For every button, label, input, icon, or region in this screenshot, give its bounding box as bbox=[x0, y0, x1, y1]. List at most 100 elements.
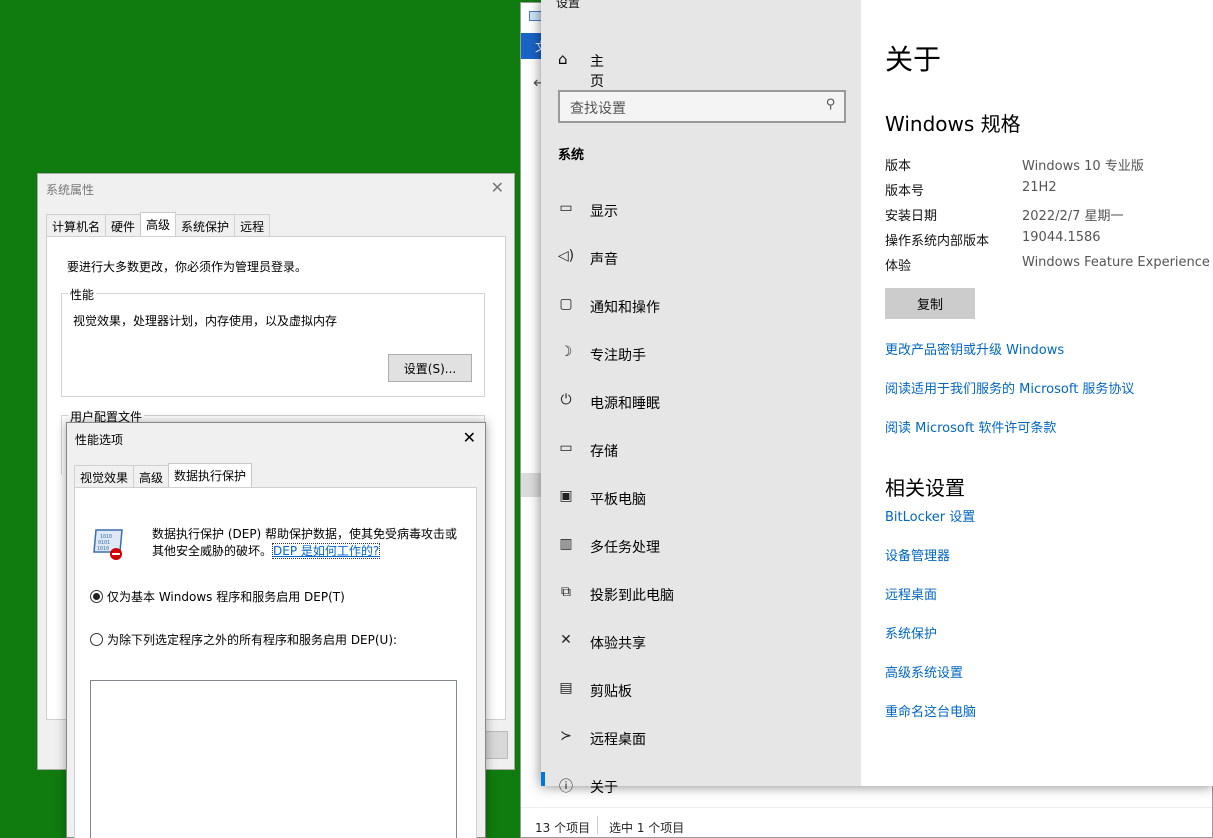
nav-item-label: 显示 bbox=[590, 204, 618, 220]
dep-shield-icon: 1010 0101 1010 bbox=[93, 529, 123, 560]
tab-advanced[interactable]: 高级 bbox=[140, 212, 177, 236]
nav-item-label: 平板电脑 bbox=[590, 492, 646, 508]
item-count: 13 个项目 bbox=[535, 821, 591, 835]
dialog-button-partial[interactable] bbox=[484, 731, 508, 759]
performance-legend: 性能 bbox=[68, 286, 97, 303]
ribbon-file-tab[interactable]: 文 bbox=[521, 33, 543, 59]
tab-advanced[interactable]: 高级 bbox=[133, 465, 170, 487]
tab-remote[interactable]: 远程 bbox=[234, 214, 271, 236]
dep-tab-panel: 1010 0101 1010 数据执行保护 (DEP) 帮助保护数据，使其免受病… bbox=[74, 487, 477, 838]
active-item-indicator bbox=[541, 772, 545, 786]
nav-item-2[interactable]: ▢ 通知和操作 bbox=[541, 283, 861, 331]
nav-item-3[interactable]: ☽ 专注助手 bbox=[541, 331, 861, 379]
dep-description: 数据执行保护 (DEP) 帮助保护数据，使其免受病毒攻击或 其他安全威胁的破坏。… bbox=[152, 526, 457, 560]
radio-dep-all[interactable]: 为除下列选定程序之外的所有程序和服务启用 DEP(U): bbox=[90, 631, 397, 648]
radio-dep-basic-label: 仅为基本 Windows 程序和服务启用 DEP(T) bbox=[107, 590, 345, 604]
status-separator bbox=[597, 816, 598, 834]
spec-key: 版本号 bbox=[885, 184, 925, 199]
nav-item-12[interactable]: ⓘ 关于 bbox=[541, 763, 861, 811]
about-link[interactable]: 更改产品密钥或升级 Windows bbox=[885, 339, 1064, 358]
related-link[interactable]: 重命名这台电脑 bbox=[885, 701, 976, 720]
nav-item-label: 专注助手 bbox=[590, 348, 646, 364]
close-icon[interactable]: ✕ bbox=[463, 428, 476, 447]
radio-dep-basic[interactable]: 仅为基本 Windows 程序和服务启用 DEP(T) bbox=[90, 588, 345, 605]
notification-icon: ▢ bbox=[559, 296, 573, 312]
search-input[interactable]: 查找设置 ⚲ bbox=[558, 90, 846, 123]
spec-key: 操作系统内部版本 bbox=[885, 234, 990, 249]
dep-description-text: 其他安全威胁的破坏。 bbox=[152, 544, 273, 558]
status-bar: 13 个项目 选中 1 个项目 bbox=[521, 807, 1212, 837]
copy-button[interactable]: 复制 bbox=[885, 288, 975, 319]
nav-item-1[interactable]: ◁) 声音 bbox=[541, 235, 861, 283]
close-icon[interactable]: ✕ bbox=[491, 178, 504, 197]
nav-item-label: 远程桌面 bbox=[590, 732, 646, 748]
performance-description: 视觉效果，处理器计划，内存使用，以及虚拟内存 bbox=[73, 314, 338, 328]
share-icon: ✕ bbox=[560, 632, 572, 648]
tab-hardware[interactable]: 硬件 bbox=[105, 214, 142, 236]
perfopt-tabs: 视觉效果 高级 数据执行保护 bbox=[74, 463, 253, 487]
dep-description-line-2: 其他安全威胁的破坏。DEP 是如何工作的? bbox=[152, 543, 457, 560]
performance-settings-button[interactable]: 设置(S)... bbox=[388, 354, 472, 382]
related-link[interactable]: 系统保护 bbox=[885, 623, 937, 642]
sysprops-tabs: 计算机名 硬件 高级 系统保护 远程 bbox=[46, 212, 271, 236]
multitask-icon: ▥ bbox=[559, 536, 573, 552]
related-link[interactable]: 高级系统设置 bbox=[885, 662, 963, 681]
nav-item-7[interactable]: ▥ 多任务处理 bbox=[541, 523, 861, 571]
info-icon: ⓘ bbox=[559, 779, 573, 795]
page-title: 关于 bbox=[885, 43, 942, 76]
nav-item-5[interactable]: ▭ 存储 bbox=[541, 427, 861, 475]
about-link[interactable]: 阅读 Microsoft 软件许可条款 bbox=[885, 417, 1056, 436]
tab-dep[interactable]: 数据执行保护 bbox=[168, 463, 253, 487]
selected-item-highlight bbox=[521, 473, 543, 497]
settings-window: 设置 ⌂ 主页 查找设置 ⚲ 系统 ▭ 显示 ◁) 声音 ▢ 通知和操作 ☽ 专注助手 ⏻ 电源和… bbox=[541, 0, 1213, 796]
nav-item-label: 通知和操作 bbox=[590, 300, 660, 316]
nav-item-label: 存储 bbox=[590, 444, 618, 460]
tablet-icon: ▣ bbox=[559, 488, 573, 504]
home-label: 主页 bbox=[590, 54, 604, 90]
window-title: 设置 bbox=[556, 0, 581, 10]
about-pane: 关于 Windows 规格 版本 Windows 10 专业版 版本号 21H2 安装日… bbox=[861, 0, 1213, 786]
home-icon: ⌂ bbox=[558, 50, 568, 68]
related-link[interactable]: 远程桌面 bbox=[885, 584, 937, 603]
spec-value: 19044.1586 bbox=[1022, 230, 1101, 245]
related-link[interactable]: BitLocker 设置 bbox=[885, 506, 975, 525]
tab-system-protection[interactable]: 系统保护 bbox=[175, 214, 236, 236]
spec-key: 安装日期 bbox=[885, 209, 938, 224]
dep-help-link[interactable]: DEP 是如何工作的? bbox=[272, 543, 381, 559]
dep-exceptions-list[interactable] bbox=[90, 680, 457, 838]
windows-spec-heading: Windows 规格 bbox=[885, 112, 1021, 136]
nav-item-label: 剪贴板 bbox=[590, 684, 632, 700]
nav-item-0[interactable]: ▭ 显示 bbox=[541, 187, 861, 235]
spec-value: 2022/2/7 星期一 bbox=[1022, 209, 1124, 224]
nav-item-4[interactable]: ⏻ 电源和睡眠 bbox=[541, 379, 861, 427]
storage-icon: ▭ bbox=[559, 440, 573, 456]
nav-item-9[interactable]: ✕ 体验共享 bbox=[541, 619, 861, 667]
admin-note: 要进行大多数更改，你必须作为管理员登录。 bbox=[67, 260, 308, 274]
related-link[interactable]: 设备管理器 bbox=[885, 545, 950, 564]
nav-item-6[interactable]: ▣ 平板电脑 bbox=[541, 475, 861, 523]
display-icon: ▭ bbox=[559, 200, 573, 216]
about-link[interactable]: 阅读适用于我们服务的 Microsoft 服务协议 bbox=[885, 378, 1134, 397]
nav-item-8[interactable]: ⧉ 投影到此电脑 bbox=[541, 571, 861, 619]
spec-row: 版本 Windows 10 专业版 bbox=[885, 155, 1213, 177]
nav-item-10[interactable]: ▤ 剪贴板 bbox=[541, 667, 861, 715]
nav-item-label: 电源和睡眠 bbox=[590, 396, 660, 412]
settings-nav-pane: 设置 ⌂ 主页 查找设置 ⚲ 系统 ▭ 显示 ◁) 声音 ▢ 通知和操作 ☽ 专注助手 ⏻ 电源和… bbox=[541, 0, 861, 796]
dep-description-line-1: 数据执行保护 (DEP) 帮助保护数据，使其免受病毒攻击或 bbox=[152, 527, 458, 541]
moon-icon: ☽ bbox=[559, 344, 573, 360]
power-icon: ⏻ bbox=[560, 392, 572, 408]
selected-count: 选中 1 个项目 bbox=[609, 821, 685, 835]
spec-row: 安装日期 2022/2/7 星期一 bbox=[885, 205, 1213, 227]
project-icon: ⧉ bbox=[561, 584, 571, 600]
section-title: 系统 bbox=[558, 148, 585, 163]
tab-visual-effects[interactable]: 视觉效果 bbox=[74, 465, 135, 487]
nav-item-label: 投影到此电脑 bbox=[590, 588, 674, 604]
spec-row: 操作系统内部版本 19044.1586 bbox=[885, 230, 1213, 252]
spec-key: 体验 bbox=[885, 259, 912, 274]
tab-computer-name[interactable]: 计算机名 bbox=[46, 214, 107, 236]
nav-item-11[interactable]: ≻ 远程桌面 bbox=[541, 715, 861, 763]
dialog-title: 系统属性 bbox=[46, 183, 95, 197]
clipboard-icon: ▤ bbox=[559, 680, 573, 696]
performance-options-dialog: 性能选项 ✕ 视觉效果 高级 数据执行保护 1010 0101 1010 数据执… bbox=[66, 422, 486, 838]
radio-dep-all-label: 为除下列选定程序之外的所有程序和服务启用 DEP(U): bbox=[107, 633, 398, 647]
